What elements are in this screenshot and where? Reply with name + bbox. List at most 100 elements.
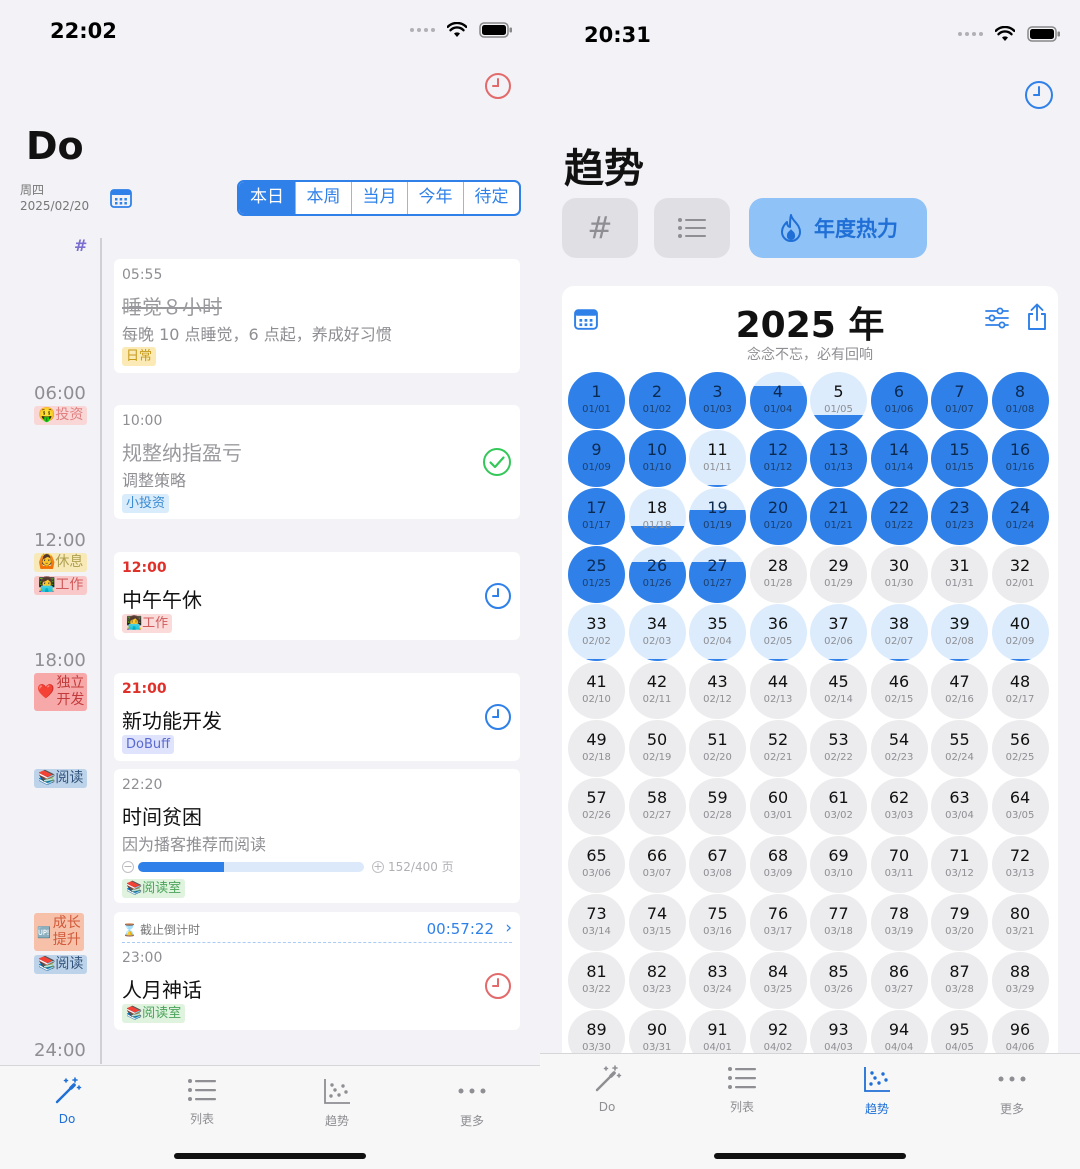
heatmap-day[interactable]: 11 01/11 [689,430,746,487]
heatmap-day[interactable]: 44 02/13 [749,662,807,719]
tab-more[interactable]: 更多 [962,1064,1062,1117]
chevron-right-icon[interactable]: › [505,918,512,938]
heatmap-day[interactable]: 22 01/22 [870,488,928,545]
heatmap-day[interactable]: 42 02/11 [628,662,686,719]
segment-this-month[interactable]: 当月 [351,182,407,214]
heatmap-day[interactable]: 54 02/23 [870,720,928,777]
tab-list[interactable]: 列表 [152,1076,252,1127]
heatmap-day[interactable]: 79 03/20 [931,894,988,951]
clock-icon[interactable] [484,972,512,1000]
heatmap-day[interactable]: 76 03/17 [749,894,807,951]
task-card-reading[interactable]: 22:20 时间贫困 因为播客推荐而阅读 − + 152/400 页 📚阅读室 [114,769,520,903]
task-tag[interactable]: 📚阅读室 [122,1004,186,1023]
heatmap-day[interactable]: 56 02/25 [991,720,1049,777]
heatmap-day[interactable]: 46 02/15 [870,662,928,719]
tab-list[interactable]: 列表 [692,1064,792,1115]
heatmap-day[interactable]: 48 02/17 [991,662,1049,719]
clock-icon[interactable] [484,582,512,610]
heatmap-day[interactable]: 64 03/05 [991,778,1049,835]
progress-bar[interactable] [138,861,364,872]
task-card-finance[interactable]: 10:00 规整纳指盈亏 调整策略 小投资 [114,405,520,519]
heatmap-day[interactable]: 65 03/06 [568,836,625,893]
heatmap-day[interactable]: 26 01/26 [628,546,686,603]
heatmap-day[interactable]: 59 02/28 [689,778,746,835]
heatmap-day[interactable]: 47 02/16 [931,662,988,719]
heatmap-day[interactable]: 15 01/15 [931,430,988,487]
segment-this-year[interactable]: 今年 [407,182,463,214]
heatmap-day[interactable]: 10 01/10 [628,430,686,487]
chip-annual-heatmap[interactable]: 年度热力 [749,198,927,258]
heatmap-day[interactable]: 29 01/29 [810,546,867,603]
heatmap-day[interactable]: 40 02/09 [991,604,1049,661]
task-card-feature-dev[interactable]: 21:00 新功能开发 DoBuff [114,673,520,761]
heatmap-day[interactable]: 14 01/14 [870,430,928,487]
heatmap-day[interactable]: 70 03/11 [870,836,928,893]
heatmap-day[interactable]: 16 01/16 [991,430,1049,487]
heatmap-day[interactable]: 86 03/27 [870,952,928,1009]
side-tag-growth[interactable]: 🆙 成长 提升 [34,913,84,951]
chip-tags[interactable]: # [562,198,638,258]
heatmap-day[interactable]: 36 02/05 [749,604,807,661]
segment-pending[interactable]: 待定 [463,182,519,214]
heatmap-day[interactable]: 72 03/13 [991,836,1049,893]
segment-today[interactable]: 本日 [239,182,295,214]
heatmap-day[interactable]: 9 01/09 [568,430,625,487]
heatmap-day[interactable]: 5 01/05 [810,372,867,429]
heatmap-day[interactable]: 12 01/12 [749,430,807,487]
side-tag-reading[interactable]: 📚阅读 [34,955,88,974]
side-tag-work[interactable]: 👩‍💻工作 [34,576,88,595]
heatmap-day[interactable]: 73 03/14 [568,894,625,951]
side-tag-invest[interactable]: 🤑投资 [34,406,88,425]
heatmap-day[interactable]: 67 03/08 [689,836,746,893]
heatmap-day[interactable]: 71 03/12 [931,836,988,893]
heatmap-day[interactable]: 32 02/01 [991,546,1049,603]
heatmap-day[interactable]: 28 01/28 [749,546,807,603]
heatmap-day[interactable]: 18 01/18 [628,488,686,545]
minus-circle-icon[interactable]: − [122,860,134,873]
tab-trends[interactable]: 趋势 [287,1076,387,1129]
sliders-icon[interactable] [984,306,1010,330]
heatmap-day[interactable]: 62 03/03 [870,778,928,835]
heatmap-day[interactable]: 30 01/30 [870,546,928,603]
heatmap-day[interactable]: 13 01/13 [810,430,867,487]
heatmap-day[interactable]: 50 02/19 [628,720,686,777]
heatmap-day[interactable]: 57 02/26 [568,778,625,835]
heatmap-day[interactable]: 2 01/02 [628,372,686,429]
heatmap-day[interactable]: 60 03/01 [749,778,807,835]
plus-circle-icon[interactable]: + [372,860,384,873]
heatmap-day[interactable]: 49 02/18 [568,720,625,777]
task-card-sleep[interactable]: 05:55 睡觉８小时 每晚 10 点睡觉，6 点起，养成好习惯 日常 [114,259,520,373]
heatmap-day[interactable]: 78 03/19 [870,894,928,951]
heatmap-day[interactable]: 4 01/04 [749,372,807,429]
heatmap-day[interactable]: 75 03/16 [689,894,746,951]
heatmap-day[interactable]: 88 03/29 [991,952,1049,1009]
heatmap-day[interactable]: 68 03/09 [749,836,807,893]
heatmap-day[interactable]: 61 03/02 [810,778,867,835]
heatmap-day[interactable]: 77 03/18 [810,894,867,951]
heatmap-day[interactable]: 3 01/03 [689,372,746,429]
heatmap-day[interactable]: 66 03/07 [628,836,686,893]
heatmap-day[interactable]: 53 02/22 [810,720,867,777]
heatmap-day[interactable]: 69 03/10 [810,836,867,893]
heatmap-day[interactable]: 21 01/21 [810,488,867,545]
check-circle-icon[interactable] [482,447,512,477]
heatmap-day[interactable]: 23 01/23 [931,488,988,545]
heatmap-day[interactable]: 41 02/10 [568,662,625,719]
hash-tag-icon[interactable]: # [74,236,87,255]
task-tag[interactable]: 📚阅读室 [122,879,186,898]
clock-icon[interactable] [1024,80,1054,110]
side-tag-rest[interactable]: 🙆休息 [34,553,88,572]
heatmap-day[interactable]: 27 01/27 [689,546,746,603]
tab-more[interactable]: 更多 [422,1076,522,1129]
heatmap-day[interactable]: 33 02/02 [568,604,625,661]
heatmap-day[interactable]: 24 01/24 [991,488,1049,545]
task-tag[interactable]: 👩‍💻工作 [122,614,173,633]
heatmap-day[interactable]: 84 03/25 [749,952,807,1009]
heatmap-day[interactable]: 7 01/07 [931,372,988,429]
heatmap-day[interactable]: 1 01/01 [568,372,625,429]
heatmap-day[interactable]: 35 02/04 [689,604,746,661]
heatmap-day[interactable]: 8 01/08 [991,372,1049,429]
heatmap-day[interactable]: 51 02/20 [689,720,746,777]
heatmap-day[interactable]: 17 01/17 [568,488,625,545]
heatmap-day[interactable]: 58 02/27 [628,778,686,835]
